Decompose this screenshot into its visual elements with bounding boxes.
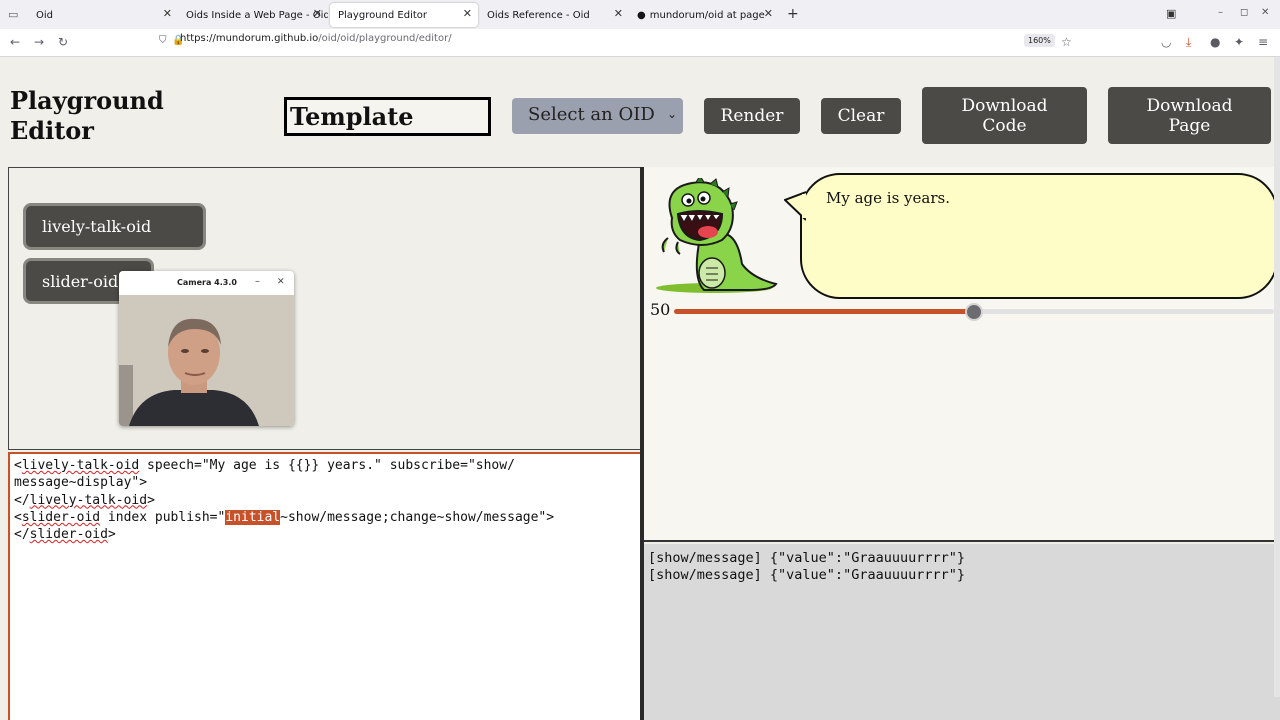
- code-token: </: [14, 492, 30, 508]
- page-scrollbar[interactable]: [1274, 57, 1280, 697]
- close-tab-icon[interactable]: ✕: [614, 7, 623, 20]
- oid-lively-talk-button[interactable]: lively-talk-oid: [23, 203, 206, 250]
- slider-thumb[interactable]: [965, 303, 983, 321]
- code-line: </lively-talk-oid>: [14, 492, 638, 509]
- code-token: slider-oid: [29, 527, 108, 543]
- tab-github[interactable]: ● mundorum/oid at page ✕: [629, 3, 779, 27]
- page-title-line: Playground: [10, 86, 164, 115]
- code-token: speech="My age is {{}} years." subscribe…: [139, 458, 515, 473]
- code-token: >: [107, 527, 116, 543]
- code-token: index publish=": [100, 509, 226, 525]
- code-token: <: [14, 509, 22, 525]
- close-tab-icon[interactable]: ✕: [163, 7, 172, 20]
- download-code-button[interactable]: Download Code: [922, 87, 1087, 144]
- back-icon[interactable]: ←: [10, 35, 20, 49]
- tab-label: Oids Reference - Oid: [487, 9, 590, 21]
- new-tab-icon[interactable]: +: [787, 6, 799, 22]
- code-token: lively-talk-oid: [29, 492, 148, 508]
- restore-icon[interactable]: ◻: [1240, 7, 1248, 18]
- minimize-icon[interactable]: –: [1218, 7, 1223, 18]
- tab-playground-editor[interactable]: Playground Editor ✕: [330, 3, 478, 27]
- button-label: Download: [961, 95, 1048, 116]
- close-tab-icon[interactable]: ✕: [463, 7, 472, 20]
- code-token: slider-oid: [21, 509, 101, 525]
- zoom-level[interactable]: 160%: [1024, 34, 1055, 47]
- code-line: <lively-talk-oid speech="My age is {{}} …: [14, 457, 638, 474]
- oid-select[interactable]: Select an OID ⌄: [512, 98, 683, 134]
- slider-value: 50: [650, 300, 671, 319]
- forward-icon[interactable]: →: [34, 35, 44, 49]
- download-page-button[interactable]: Download Page: [1108, 87, 1271, 144]
- tab-label: Oids Inside a Web Page - Oid: [186, 9, 328, 21]
- tab-oid[interactable]: Oid ✕: [28, 3, 178, 27]
- code-selection: initial: [225, 509, 281, 525]
- code-token: <: [14, 458, 22, 473]
- page-title-line: Editor: [10, 116, 94, 145]
- code-editor[interactable]: <lively-talk-oid speech="My age is {{}} …: [8, 452, 642, 720]
- browser-tab-bar: ▭ Oid ✕ Oids Inside a Web Page - Oid ✕ P…: [0, 0, 1280, 29]
- shield-icon[interactable]: ⛉: [159, 35, 167, 46]
- slider-fill: [674, 309, 974, 314]
- code-token: </: [14, 527, 30, 543]
- minimize-icon[interactable]: –: [255, 276, 260, 287]
- menu-icon[interactable]: ≡: [1258, 35, 1268, 49]
- button-label: Page: [1168, 115, 1211, 136]
- code-token: ~show/message;change~show/message">: [280, 509, 555, 525]
- speech-text: My age is years.: [826, 189, 950, 207]
- render-button[interactable]: Render: [704, 98, 800, 134]
- webcam-person-image: [119, 295, 294, 426]
- button-label: Download: [1146, 95, 1233, 116]
- reload-icon[interactable]: ↻: [58, 35, 68, 49]
- button-label: Code: [982, 115, 1027, 136]
- page-title: Playground Editor: [10, 86, 230, 146]
- github-icon: ●: [637, 9, 646, 21]
- tab-label: Playground Editor: [338, 9, 428, 21]
- code-line: <slider-oid index publish="initial~show/…: [14, 509, 638, 526]
- code-line: </slider-oid>: [14, 526, 638, 543]
- chevron-down-icon: ⌄: [666, 107, 677, 121]
- url-bar[interactable]: https://mundorum.github.io/oid/oid/playg…: [180, 33, 452, 44]
- camera-window[interactable]: Camera 4.3.0 – ✕: [119, 271, 294, 426]
- tab-overview-icon[interactable]: ▣: [1166, 7, 1176, 20]
- bookmark-star-icon[interactable]: ☆: [1061, 35, 1072, 49]
- code-token: >: [147, 492, 155, 508]
- tab-oids-reference[interactable]: Oids Reference - Oid ✕: [479, 3, 629, 27]
- downloads-icon[interactable]: ⤓: [1186, 35, 1191, 50]
- code-line: message~display">: [14, 475, 148, 491]
- close-tab-icon[interactable]: ✕: [764, 7, 773, 20]
- log-line: [show/message] {"value":"Graauuuurrrr"}: [648, 550, 965, 566]
- oid-select-value: Select an OID: [528, 104, 655, 125]
- close-window-icon[interactable]: ✕: [1261, 7, 1269, 18]
- message-log: [show/message] {"value":"Graauuuurrrr"} …: [644, 544, 1280, 720]
- url-path: /oid/oid/playground/editor/: [318, 33, 452, 44]
- tab-label: mundorum/oid at page: [649, 9, 765, 21]
- tab-oids-inside[interactable]: Oids Inside a Web Page - Oid ✕: [178, 3, 328, 27]
- browser-nav-bar: ← → ↻ ⛉ 🔒 https://mundorum.github.io/oid…: [0, 29, 1280, 57]
- slider-track[interactable]: [674, 303, 1274, 321]
- tab-list-icon[interactable]: ▭: [8, 8, 18, 21]
- pocket-icon[interactable]: ◡: [1161, 35, 1171, 49]
- extensions-icon[interactable]: ✦: [1234, 35, 1244, 49]
- camera-title: Camera 4.3.0: [177, 278, 237, 287]
- clear-button[interactable]: Clear: [821, 98, 901, 134]
- url-host: https://mundorum.github.io: [180, 33, 319, 44]
- close-icon[interactable]: ✕: [277, 277, 285, 287]
- camera-feed: [119, 295, 294, 426]
- dino-character-icon: [656, 178, 778, 293]
- tab-label: Oid: [36, 9, 53, 21]
- log-line: [show/message] {"value":"Graauuuurrrr"}: [648, 567, 965, 583]
- account-icon[interactable]: ●: [1210, 35, 1220, 49]
- code-token: lively-talk-oid: [21, 458, 140, 473]
- speech-bubble-tail: [784, 191, 806, 221]
- template-input[interactable]: Template: [284, 97, 491, 136]
- close-tab-icon[interactable]: ✕: [313, 7, 322, 20]
